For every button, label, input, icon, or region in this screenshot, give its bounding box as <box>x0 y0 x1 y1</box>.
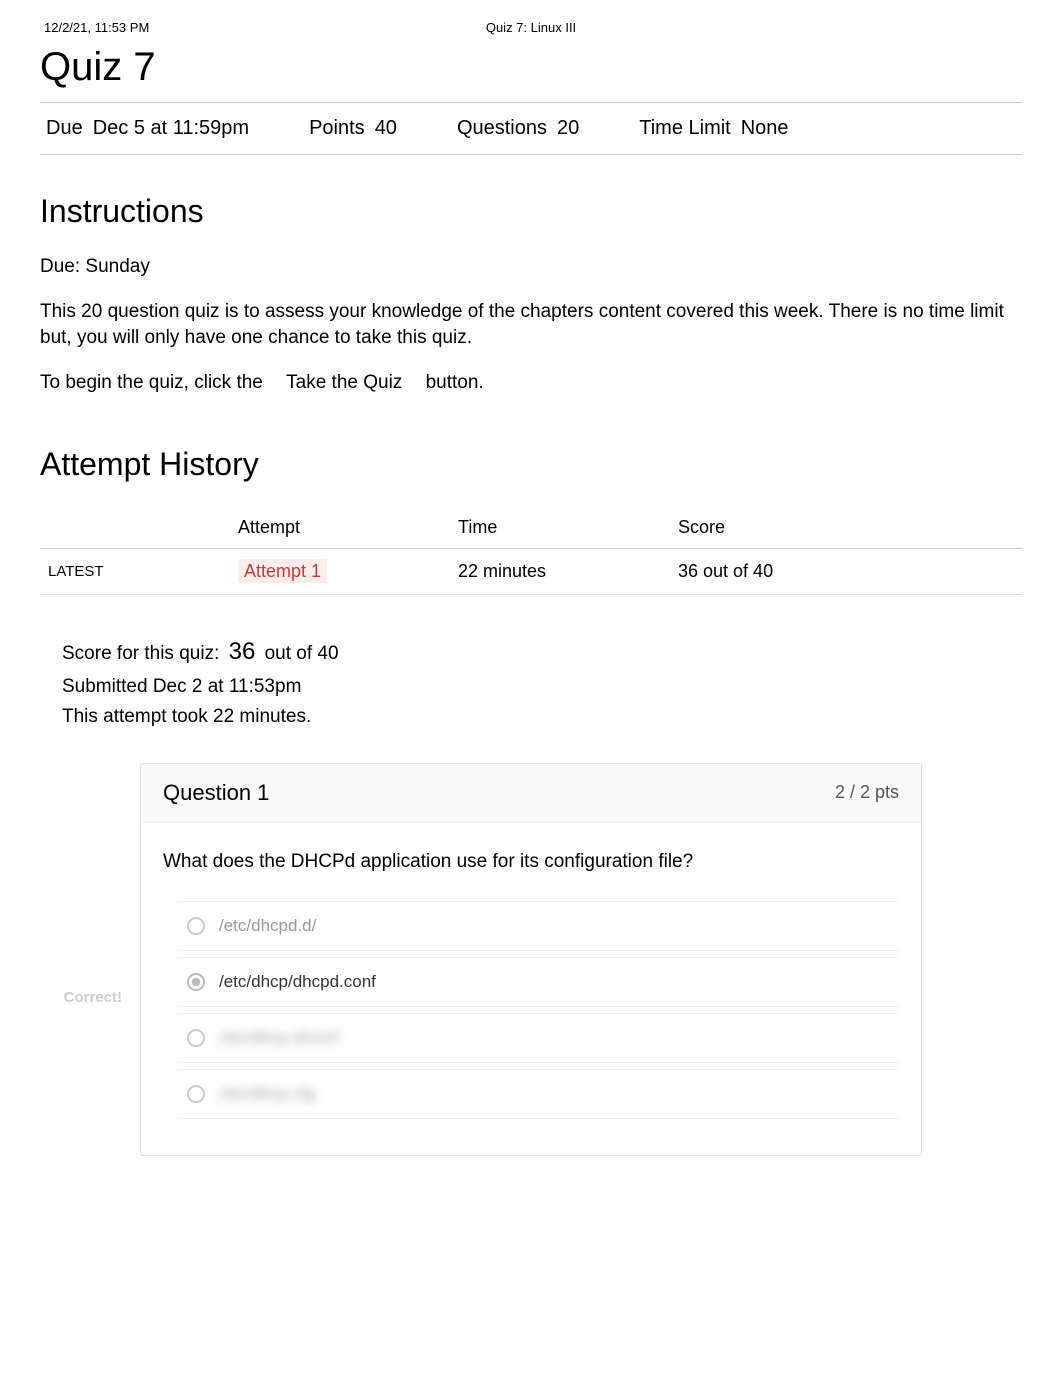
quiz-meta-bar: Due Dec 5 at 11:59pm Points 40 Questions 20… <box>40 102 1022 155</box>
meta-due-label: Due <box>46 117 83 139</box>
instructions-section: Instructions Due: Sunday This 20 questio… <box>40 193 1022 396</box>
meta-due-value: Dec 5 at 11:59pm <box>93 117 249 139</box>
question-number: Question 1 <box>163 780 269 806</box>
meta-due: Due Dec 5 at 11:59pm <box>46 117 249 140</box>
score-line: Score for this quiz: 36 out of 40 <box>62 633 1022 671</box>
print-header: 12/2/21, 11:53 PM Quiz 7: Linux III <box>40 20 1022 35</box>
answer-option: /etc/dhcp/dhcpd.conf <box>177 957 899 1007</box>
print-timestamp: 12/2/21, 11:53 PM <box>44 20 369 35</box>
radio-icon <box>187 1085 205 1103</box>
meta-questions: Questions 20 <box>457 117 579 140</box>
meta-questions-value: 20 <box>557 117 579 139</box>
answer-option: /etc/dhcpd.d/ <box>177 901 899 951</box>
instructions-begin: To begin the quiz, click the Take the Qu… <box>40 370 1022 397</box>
meta-timelimit: Time Limit None <box>639 117 788 140</box>
answer-text: /etc/dhcp.cfg <box>219 1084 315 1104</box>
correct-badge: Correct! <box>64 989 122 1006</box>
meta-timelimit-value: None <box>741 117 789 139</box>
radio-icon <box>187 973 205 991</box>
print-doc-title: Quiz 7: Linux III <box>369 20 694 35</box>
radio-icon <box>187 917 205 935</box>
question-card: Question 1 2 / 2 pts What does the DHCPd… <box>140 763 922 1156</box>
question-gutter: Correct! <box>40 763 140 1156</box>
submitted-line: Submitted Dec 2 at 11:53pm <box>62 672 1022 702</box>
row-attempt: Attempt 1 <box>230 549 450 595</box>
question-header: Question 1 2 / 2 pts <box>141 764 921 823</box>
table-row: LATEST Attempt 1 22 minutes 36 out of 40 <box>40 549 1022 595</box>
meta-questions-label: Questions <box>457 117 547 139</box>
score-summary: Score for this quiz: 36 out of 40 Submit… <box>40 633 1022 732</box>
col-time: Time <box>450 507 670 549</box>
took-line: This attempt took 22 minutes. <box>62 702 1022 732</box>
instructions-desc: This 20 question quiz is to assess your … <box>40 299 1022 352</box>
col-attempt: Attempt <box>230 507 450 549</box>
answer-option: /etc/dhcp.d/conf <box>177 1013 899 1063</box>
col-score: Score <box>670 507 1022 549</box>
question-text: What does the DHCPd application use for … <box>163 851 899 873</box>
attempt-history-section: Attempt History Attempt Time Score LATES… <box>40 446 1022 595</box>
meta-points-value: 40 <box>375 117 397 139</box>
col-blank <box>40 507 230 549</box>
attempt-history-heading: Attempt History <box>40 446 1022 483</box>
instructions-heading: Instructions <box>40 193 1022 230</box>
question-1: Correct! Question 1 2 / 2 pts What does … <box>40 763 1022 1156</box>
question-body: What does the DHCPd application use for … <box>141 823 921 1155</box>
answer-text: /etc/dhcp.d/conf <box>219 1028 339 1048</box>
radio-icon <box>187 1029 205 1047</box>
answer-text: /etc/dhcp/dhcpd.conf <box>219 972 376 992</box>
attempt-link[interactable]: Attempt 1 <box>238 559 327 583</box>
answer-option: /etc/dhcp.cfg <box>177 1069 899 1119</box>
row-time: 22 minutes <box>450 549 670 595</box>
row-tag: LATEST <box>40 549 230 595</box>
answer-text: /etc/dhcpd.d/ <box>219 916 316 936</box>
meta-timelimit-label: Time Limit <box>639 117 730 139</box>
meta-points-label: Points <box>309 117 365 139</box>
meta-points: Points 40 <box>309 117 397 140</box>
score-value: 36 <box>225 638 260 665</box>
question-points: 2 / 2 pts <box>835 782 899 803</box>
table-header-row: Attempt Time Score <box>40 507 1022 549</box>
page-title: Quiz 7 <box>40 45 1022 90</box>
take-quiz-label: Take the Quiz <box>268 372 420 393</box>
instructions-due: Due: Sunday <box>40 254 1022 281</box>
row-score: 36 out of 40 <box>670 549 1022 595</box>
attempt-history-table: Attempt Time Score LATEST Attempt 1 22 m… <box>40 507 1022 595</box>
